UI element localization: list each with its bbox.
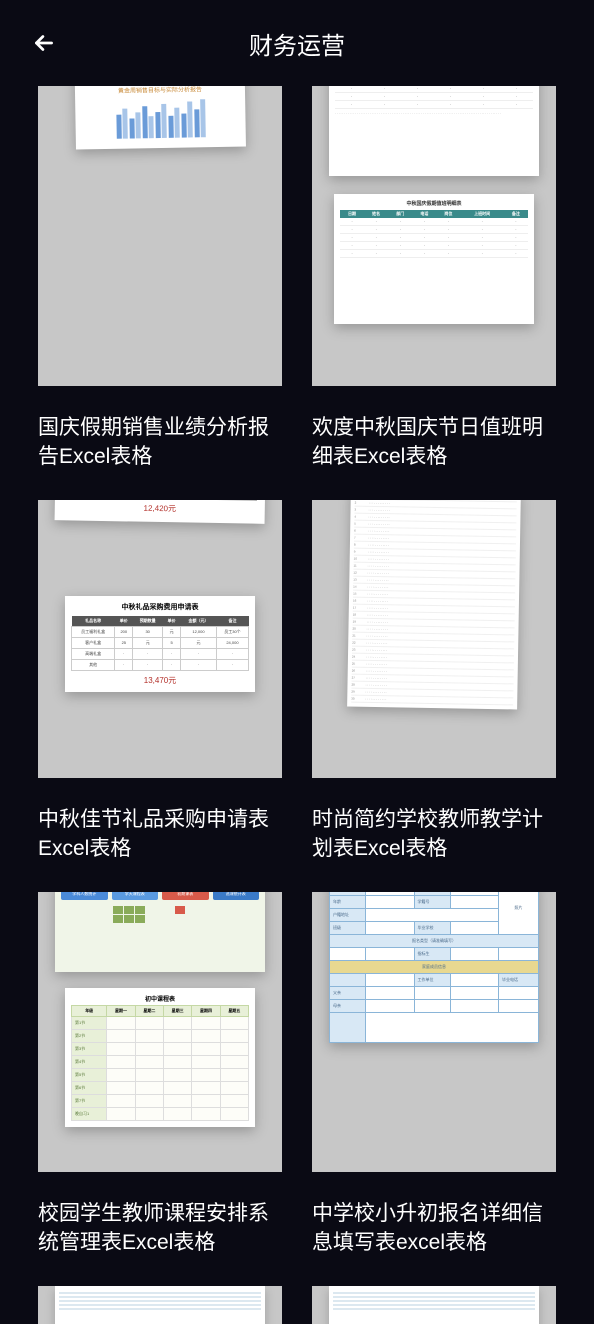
page-title: 财务运营 (0, 26, 594, 61)
template-title: 中学校小升初报名详细信息填写表excel表格 (312, 1200, 556, 1258)
template-thumbnail: 10月5日94212320.6% 10月6日523118227.3% 10月7日… (38, 86, 282, 386)
template-title: 欢度中秋国庆节日值班明细表Excel表格 (312, 414, 556, 472)
template-thumbnail (38, 1286, 282, 1324)
template-card[interactable]: 申请部门 申请原因说明 采购清单 12,420元 中秋礼品采购费用申请表 礼品名… (38, 500, 282, 874)
back-button[interactable] (28, 27, 60, 59)
template-card[interactable]: · · · · · · · · · · · · · · · · · · · · … (312, 86, 556, 482)
arrow-left-icon (31, 30, 57, 56)
template-card[interactable]: 10月5日94212320.6% 10月6日523118227.3% 10月7日… (38, 86, 282, 482)
template-thumbnail: 1· · · · · · · · · · · · 2· · · · · · · … (312, 500, 556, 778)
template-title: 中秋佳节礼品采购申请表Excel表格 (38, 806, 282, 864)
header: 财务运营 (0, 0, 594, 86)
template-card[interactable]: 学科人数统计 学天课程表 初期课表 选课统计表 初中课程表 年级星期一星期二星期… (38, 892, 282, 1268)
template-card[interactable]: 1· · · · · · · · · · · · 2· · · · · · · … (312, 500, 556, 874)
template-card[interactable] (312, 1286, 556, 1324)
template-title: 国庆假期销售业绩分析报告Excel表格 (38, 414, 282, 472)
template-title: 时尚简约学校教师教学计划表Excel表格 (312, 806, 556, 864)
template-title: 校园学生教师课程安排系统管理表Excel表格 (38, 1200, 282, 1258)
template-thumbnail: 学科人数统计 学天课程表 初期课表 选课统计表 初中课程表 年级星期一星期二星期… (38, 892, 282, 1172)
template-card[interactable]: 性别监护人姓名照片 年龄学籍号 户籍地址 班级毕业学校 报名类型（请准确填写） … (312, 892, 556, 1268)
template-thumbnail (312, 1286, 556, 1324)
template-grid: 10月5日94212320.6% 10月6日523118227.3% 10月7日… (0, 86, 594, 1324)
template-thumbnail: · · · · · · · · · · · · · · · · · · · · … (312, 86, 556, 386)
template-thumbnail: 性别监护人姓名照片 年龄学籍号 户籍地址 班级毕业学校 报名类型（请准确填写） … (312, 892, 556, 1172)
template-card[interactable] (38, 1286, 282, 1324)
template-thumbnail: 申请部门 申请原因说明 采购清单 12,420元 中秋礼品采购费用申请表 礼品名… (38, 500, 282, 778)
